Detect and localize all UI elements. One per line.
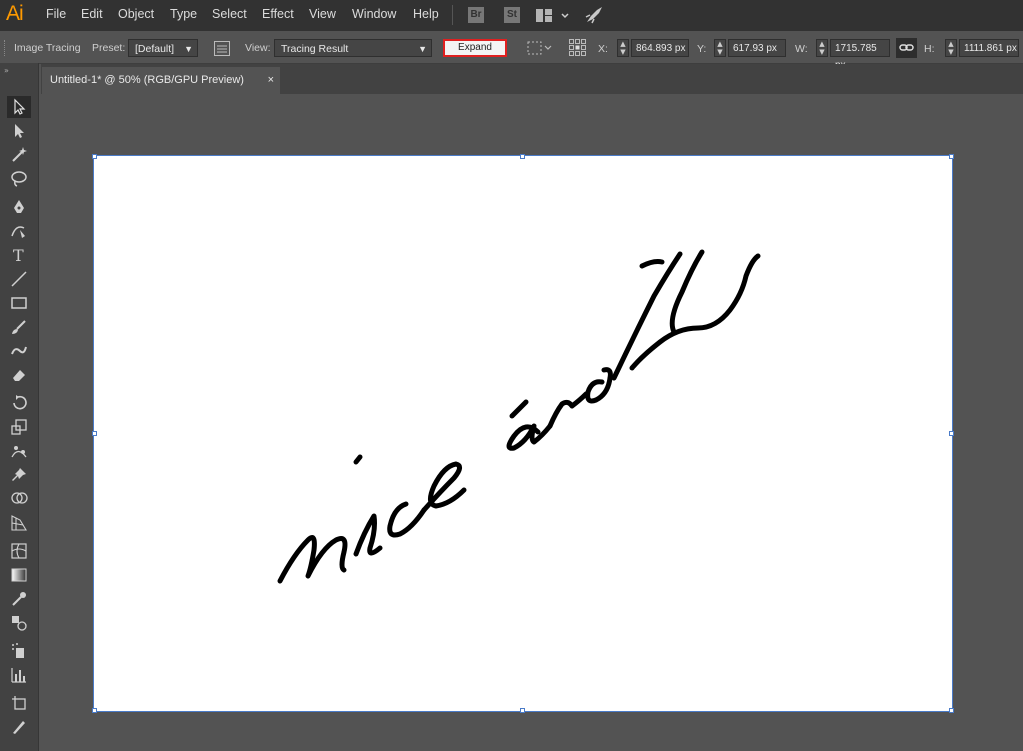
rectangle-tool-icon[interactable]	[7, 292, 31, 314]
preset-value: [Default]	[135, 43, 175, 55]
tracing-panel-icon[interactable]	[214, 41, 230, 60]
view-value: Tracing Result	[281, 43, 349, 55]
menu-effect[interactable]: Effect	[262, 7, 294, 21]
pen-tool-icon[interactable]	[7, 196, 31, 218]
w-stepper[interactable]: ▲ ▼	[816, 39, 828, 57]
perspective-grid-tool-icon[interactable]	[7, 512, 31, 534]
resize-handle-top[interactable]	[520, 154, 525, 159]
menu-file[interactable]: File	[46, 7, 66, 21]
chevron-down-icon: ▼	[418, 44, 427, 54]
resize-handle-bottom-left[interactable]	[92, 708, 97, 713]
w-input[interactable]: 1715.785 px	[830, 39, 890, 71]
menu-separator	[452, 5, 453, 25]
resize-handle-left[interactable]	[92, 431, 97, 436]
stock-button[interactable]: St	[504, 7, 520, 23]
align-artboard-icon[interactable]	[527, 40, 553, 60]
h-stepper[interactable]: ▲ ▼	[945, 39, 957, 57]
document-tab[interactable]: Untitled-1* @ 50% (RGB/GPU Preview) ×	[42, 67, 280, 94]
menu-select[interactable]: Select	[212, 7, 247, 21]
type-tool-icon[interactable]: T	[7, 244, 31, 266]
constrain-proportions-link-icon[interactable]	[896, 38, 917, 58]
preset-dropdown[interactable]: [Default] ▼	[128, 39, 198, 57]
mesh-tool-icon[interactable]	[7, 540, 31, 562]
panel-grip[interactable]	[4, 40, 7, 56]
expand-button[interactable]: Expand	[443, 39, 507, 57]
app-logo: Ai	[6, 2, 24, 25]
menu-bar: Ai File Edit Object Type Select Effect V…	[0, 0, 1023, 31]
line-segment-tool-icon[interactable]	[7, 268, 31, 290]
slice-tool-icon[interactable]	[7, 716, 31, 738]
column-graph-tool-icon[interactable]	[7, 664, 31, 686]
h-input[interactable]: 1111.861 px	[959, 39, 1019, 57]
image-tracing-label: Image Tracing	[14, 42, 81, 54]
resize-handle-top-left[interactable]	[92, 154, 97, 159]
w-label: W:	[795, 43, 808, 55]
symbol-sprayer-tool-icon[interactable]	[7, 640, 31, 662]
panel-collapse-icon[interactable]: »	[4, 66, 9, 75]
svg-text:T: T	[13, 246, 24, 264]
document-tab-title: Untitled-1* @ 50% (RGB/GPU Preview)	[50, 74, 244, 86]
resize-handle-right[interactable]	[949, 431, 954, 436]
shape-builder-tool-icon[interactable]	[7, 488, 31, 510]
chevron-down-icon: ▼	[184, 44, 193, 54]
view-label: View:	[245, 42, 271, 54]
blend-tool-icon[interactable]	[7, 612, 31, 634]
rotate-tool-icon[interactable]	[7, 392, 31, 414]
scale-tool-icon[interactable]	[7, 416, 31, 438]
y-label: Y:	[697, 43, 707, 55]
workspace-switcher-icon[interactable]	[536, 8, 570, 27]
y-input[interactable]: 617.93 px	[728, 39, 786, 57]
h-label: H:	[924, 43, 935, 55]
pin-tool-icon[interactable]	[7, 464, 31, 486]
selection-tool-icon[interactable]	[7, 96, 31, 118]
eyedropper-tool-icon[interactable]	[7, 588, 31, 610]
curvature-tool-icon[interactable]	[7, 220, 31, 242]
menu-type[interactable]: Type	[170, 7, 197, 21]
artboard[interactable]	[94, 156, 952, 711]
menu-view[interactable]: View	[309, 7, 336, 21]
menu-help[interactable]: Help	[413, 7, 439, 21]
menu-window[interactable]: Window	[352, 7, 396, 21]
lasso-tool-icon[interactable]	[7, 168, 31, 190]
resize-handle-bottom-right[interactable]	[949, 708, 954, 713]
gradient-tool-icon[interactable]	[7, 564, 31, 586]
puppet-warp-tool-icon[interactable]	[7, 440, 31, 462]
x-input[interactable]: 864.893 px	[631, 39, 689, 57]
preset-label: Preset:	[92, 42, 126, 54]
bridge-button[interactable]: Br	[468, 7, 484, 23]
resize-handle-top-right[interactable]	[949, 154, 954, 159]
menu-object[interactable]: Object	[118, 7, 154, 21]
reference-point-icon[interactable]	[569, 39, 587, 61]
magic-wand-tool-icon[interactable]	[7, 144, 31, 166]
eraser-tool-icon[interactable]	[7, 364, 31, 386]
rocket-icon[interactable]	[585, 6, 603, 28]
shaper-tool-icon[interactable]	[7, 340, 31, 362]
view-dropdown[interactable]: Tracing Result ▼	[274, 39, 432, 57]
x-label: X:	[598, 43, 608, 55]
paintbrush-tool-icon[interactable]	[7, 316, 31, 338]
traced-handwriting-artwork[interactable]	[94, 156, 952, 711]
resize-handle-bottom[interactable]	[520, 708, 525, 713]
menu-edit[interactable]: Edit	[81, 7, 103, 21]
direct-selection-tool-icon[interactable]	[7, 120, 31, 142]
y-stepper[interactable]: ▲ ▼	[714, 39, 726, 57]
artboard-tool-icon[interactable]	[7, 692, 31, 714]
x-stepper[interactable]: ▲ ▼	[617, 39, 629, 57]
close-icon[interactable]: ×	[268, 67, 274, 94]
